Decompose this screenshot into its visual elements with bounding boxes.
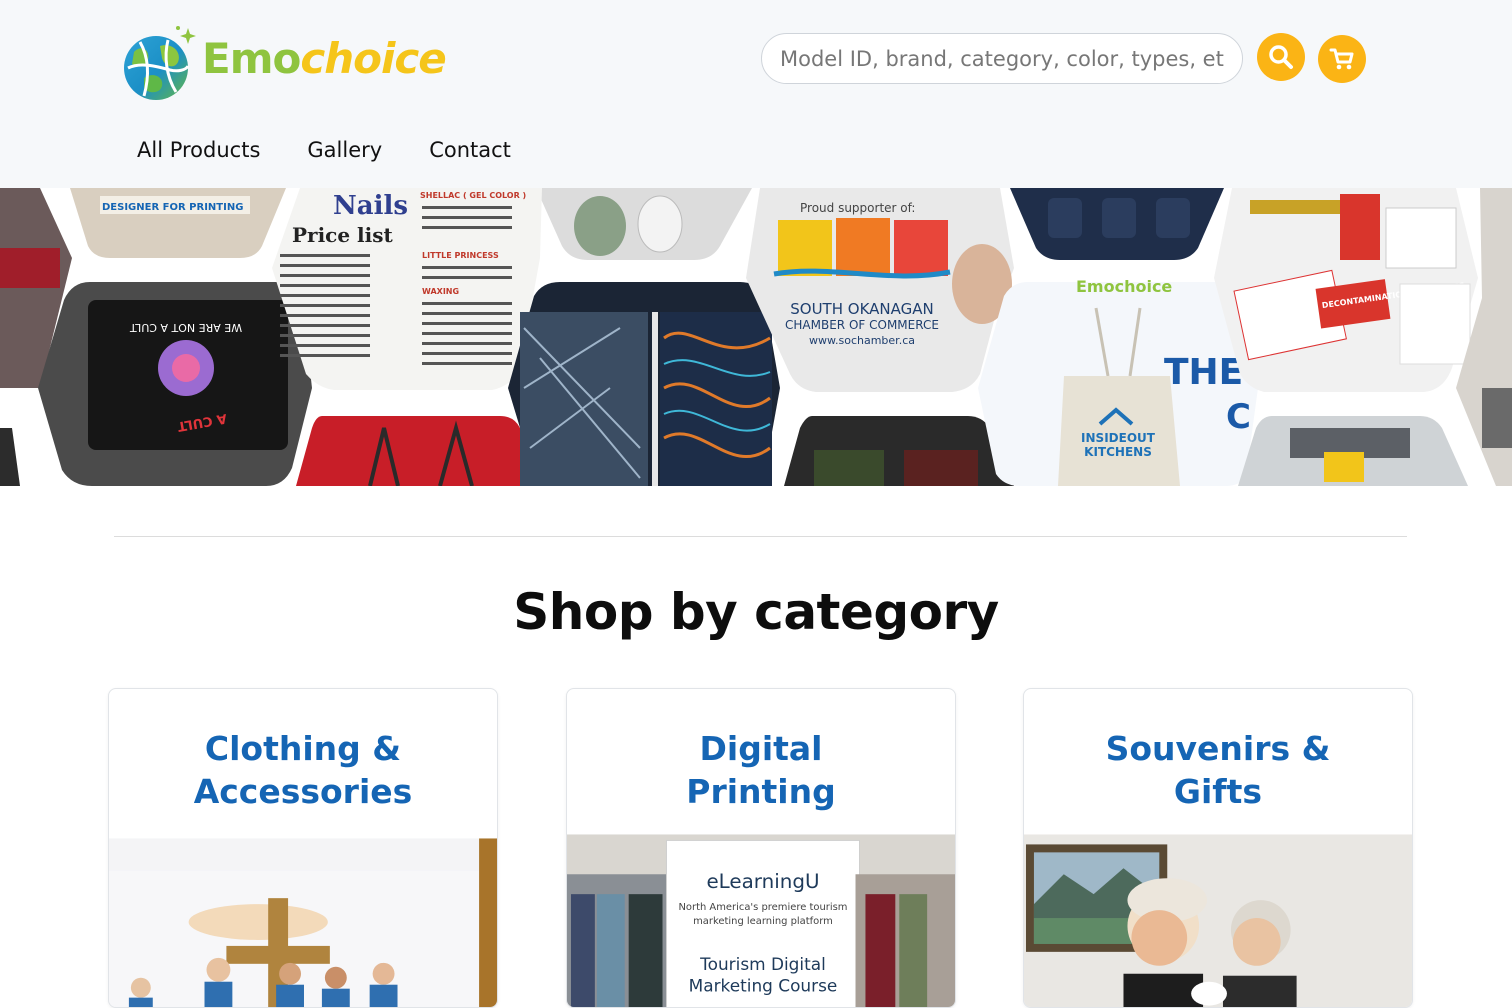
cart-icon [1329, 48, 1354, 70]
category-title[interactable]: Souvenirs & Gifts [1024, 727, 1412, 813]
chamber-sign-line1: Proud supporter of: [800, 201, 915, 215]
brand-name-part1: Emo [202, 34, 301, 83]
category-card-clothing[interactable]: Clothing & Accessories [108, 688, 498, 1008]
nails-sign-title: Nails [333, 191, 408, 221]
cart-button[interactable] [1318, 35, 1366, 83]
chamber-sign-line2: SOUTH OKANAGAN [790, 300, 933, 318]
chamber-sign-line3: CHAMBER OF COMMERCE [785, 318, 939, 332]
section-divider [114, 536, 1407, 537]
hero-banner: DESIGNER FOR PRINTING WE ARE NOT A CULT … [0, 188, 1512, 486]
rollup-banner-line3: Tourism Digital [699, 954, 826, 974]
hexagon-collage: DESIGNER FOR PRINTING WE ARE NOT A CULT … [0, 188, 1512, 486]
svg-text:DESIGNER FOR PRINTING: DESIGNER FOR PRINTING [102, 202, 243, 213]
nails-col-heading-2: LITTLE PRINCESS [422, 251, 499, 260]
nails-col-heading-3: WAXING [422, 287, 459, 296]
main-nav: All Products Gallery Contact [137, 138, 558, 162]
svg-text:THE: THE [1164, 352, 1243, 393]
category-image-clothing [109, 838, 497, 1007]
tote-print-line2: KITCHENS [1084, 445, 1152, 459]
category-title[interactable]: Clothing & Accessories [109, 727, 497, 813]
nav-item-all-products[interactable]: All Products [137, 138, 260, 162]
rollup-banner-brand: eLearningU [706, 870, 819, 893]
rollup-banner-line2: marketing learning platform [693, 916, 833, 927]
category-card-digital-printing[interactable]: Digital Printing eLearningU North Americ… [566, 688, 956, 1008]
brand-logo[interactable]: Emochoice [120, 18, 447, 102]
search-button[interactable] [1257, 33, 1305, 81]
search-icon [1269, 45, 1293, 69]
page-title: Shop by category [513, 583, 999, 641]
site-header: Emochoice All Products Gallery Contact [0, 0, 1512, 188]
category-title[interactable]: Digital Printing [567, 727, 955, 813]
nails-sign-subtitle: Price list [292, 223, 393, 247]
hex-photo-red-bag [296, 416, 548, 486]
svg-text:C: C [1226, 397, 1251, 437]
rollup-banner-line1: North America's premiere tourism [678, 902, 847, 913]
tote-brand-text: Emochoice [1076, 277, 1172, 296]
brand-wordmark: Emochoice [202, 34, 447, 83]
category-card-souvenirs[interactable]: Souvenirs & Gifts [1023, 688, 1413, 1008]
nails-col-heading-1: SHELLAC ( GEL COLOR ) [420, 191, 526, 200]
nav-item-gallery[interactable]: Gallery [307, 138, 382, 162]
nav-item-contact[interactable]: Contact [429, 138, 511, 162]
brand-name-part2: choice [300, 34, 446, 83]
tote-print-line1: INSIDEOUT [1081, 431, 1156, 445]
category-image-souvenirs [1024, 834, 1412, 1007]
globe-logo-icon [124, 26, 196, 100]
chamber-sign-line4: www.sochamber.ca [809, 334, 915, 347]
search-input[interactable] [761, 33, 1243, 84]
shirt-print-text: WE ARE NOT A CULT [130, 321, 242, 334]
category-image-digital-printing: eLearningU North America's premiere tour… [567, 834, 955, 1007]
